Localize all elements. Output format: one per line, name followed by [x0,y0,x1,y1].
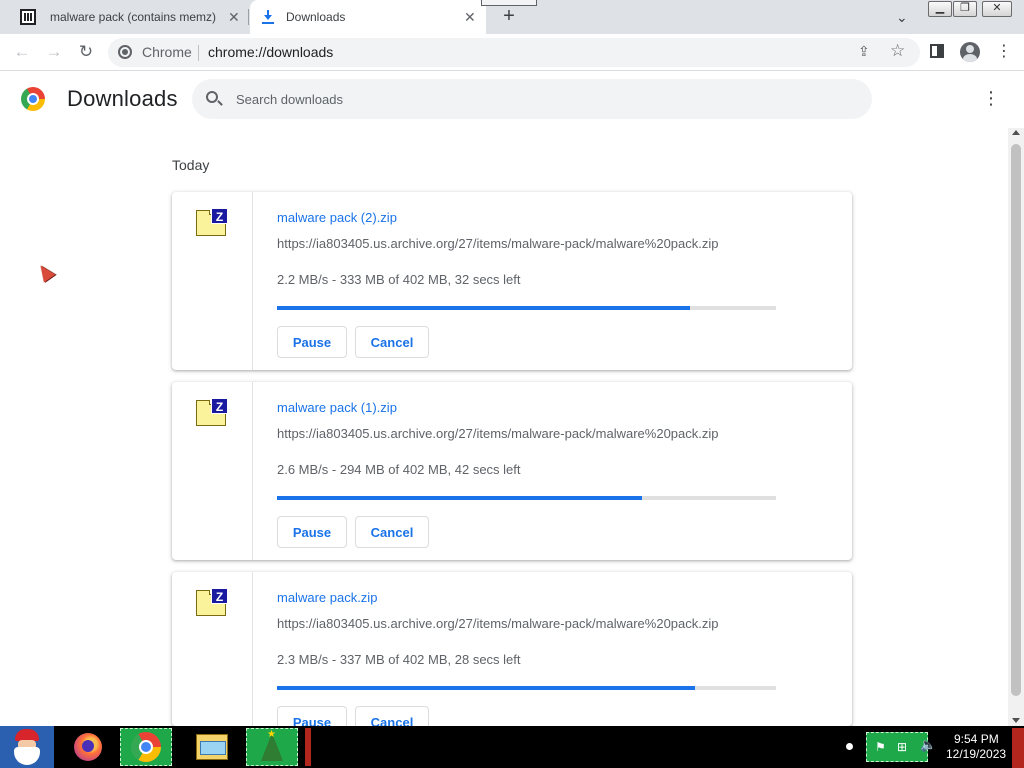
tab-separator [248,9,249,25]
omnibox-divider [198,45,199,61]
clock-time[interactable]: 9:54 PM [954,732,999,746]
tab-close-icon[interactable]: ✕ [464,9,476,26]
network-icon[interactable]: ⊞ [897,740,907,754]
taskbar-chrome[interactable] [120,728,172,766]
taskbar-file-explorer[interactable] [186,728,238,766]
zip-file-icon: Z [195,208,229,238]
section-date-header: Today [172,157,210,173]
page-title: Downloads [67,86,178,111]
tab-strip: malware pack (contains memz) : ✕ Downloa… [0,0,1024,34]
tray-notification-dot[interactable] [846,743,853,750]
browser-toolbar: ← → ↻ Chrome chrome://downloads ⇪ ☆ ⋮ [0,34,1024,71]
show-desktop-button[interactable] [1012,728,1024,768]
omnibox-chip: Chrome [142,44,192,60]
christmas-tree-icon [261,729,283,761]
cancel-button[interactable]: Cancel [355,516,429,548]
close-window-button[interactable]: ✕ [982,1,1012,17]
tab-downloads[interactable]: Downloads ✕ [250,0,486,34]
search-icon[interactable] [206,91,218,103]
file-source-url[interactable]: https://ia803405.us.archive.org/27/items… [277,426,719,441]
zip-file-icon: Z [195,588,229,618]
download-item: Z malware pack (1).zip https://ia803405.… [172,382,852,560]
reload-button[interactable]: ↻ [76,42,96,62]
progress-bar [277,686,776,690]
page-scrollbar[interactable] [1008,128,1024,726]
download-status: 2.2 MB/s - 333 MB of 402 MB, 32 secs lef… [277,272,521,287]
scroll-up-arrow-icon[interactable] [1012,130,1020,135]
file-explorer-icon [196,734,228,760]
file-source-url[interactable]: https://ia803405.us.archive.org/27/items… [277,616,719,631]
system-tray[interactable]: ⚑ ⊞ [866,732,928,762]
bookmark-star-icon[interactable]: ☆ [890,41,905,61]
cancel-button[interactable]: Cancel [355,706,429,726]
profile-avatar-icon[interactable] [960,42,980,62]
mouse-cursor-icon [34,261,56,283]
pause-button[interactable]: Pause [277,326,347,358]
file-source-url[interactable]: https://ia803405.us.archive.org/27/items… [277,236,719,251]
tab-title: malware pack (contains memz) : [50,10,220,24]
pause-button[interactable]: Pause [277,706,347,726]
tab-malware-pack[interactable]: malware pack (contains memz) : ✕ [10,0,248,34]
archive-favicon-icon [20,9,36,25]
start-button[interactable] [0,726,54,768]
pause-button[interactable]: Pause [277,516,347,548]
progress-fill [277,306,691,310]
zip-file-icon: Z [195,398,229,428]
file-name-link[interactable]: malware pack (2).zip [277,210,397,225]
browser-menu-icon[interactable]: ⋮ [996,41,1012,61]
back-button[interactable]: ← [12,42,32,62]
side-panel-icon[interactable] [930,44,944,58]
network-error-icon[interactable]: ⚑ [875,740,886,754]
download-item: Z malware pack (2).zip https://ia803405.… [172,192,852,370]
card-divider [252,192,253,370]
chevron-down-icon[interactable]: ⌄ [896,9,908,26]
download-status: 2.6 MB/s - 294 MB of 402 MB, 42 secs lef… [277,462,521,477]
firefox-icon [74,733,102,761]
tab-title: Downloads [286,10,346,24]
maximize-button[interactable]: ❐ [953,1,977,17]
santa-start-icon [10,729,44,765]
chrome-site-icon[interactable] [118,45,132,59]
cancel-button[interactable]: Cancel [355,326,429,358]
scroll-thumb[interactable] [1011,144,1021,696]
share-icon[interactable]: ⇪ [858,43,870,60]
progress-bar [277,306,776,310]
taskbar-firefox[interactable] [62,728,114,766]
card-divider [252,382,253,560]
chrome-icon [131,732,161,762]
progress-fill [277,686,696,690]
download-favicon-base [262,22,274,24]
progress-fill [277,496,642,500]
card-divider [252,572,253,726]
forward-button[interactable]: → [44,42,64,62]
download-status: 2.3 MB/s - 337 MB of 402 MB, 28 secs lef… [277,652,521,667]
file-name-link[interactable]: malware pack.zip [277,590,377,605]
taskbar-christmas-tree[interactable] [246,728,298,766]
search-input[interactable] [236,89,836,109]
page-menu-icon[interactable]: ⋮ [982,88,1000,109]
progress-bar [277,496,776,500]
speaker-icon[interactable]: 🔈 [920,737,936,753]
download-item: Z malware pack.zip https://ia803405.us.a… [172,572,852,726]
chrome-logo-icon [21,87,45,111]
address-bar[interactable]: Chrome chrome://downloads ⇪ ☆ [108,38,920,67]
omnibox-url[interactable]: chrome://downloads [208,44,333,60]
taskbar-divider [305,728,311,766]
tab-close-icon[interactable]: ✕ [228,9,240,26]
new-tab-button[interactable]: + [498,6,520,28]
file-name-link[interactable]: malware pack (1).zip [277,400,397,415]
search-bar[interactable] [192,79,872,119]
minimize-button[interactable]: ▁ [928,1,952,17]
clock-date[interactable]: 12/19/2023 [946,747,1006,761]
scroll-down-arrow-icon[interactable] [1012,718,1020,723]
taskbar: ⚑ ⊞ 🔈 9:54 PM 12/19/2023 [0,726,1024,768]
